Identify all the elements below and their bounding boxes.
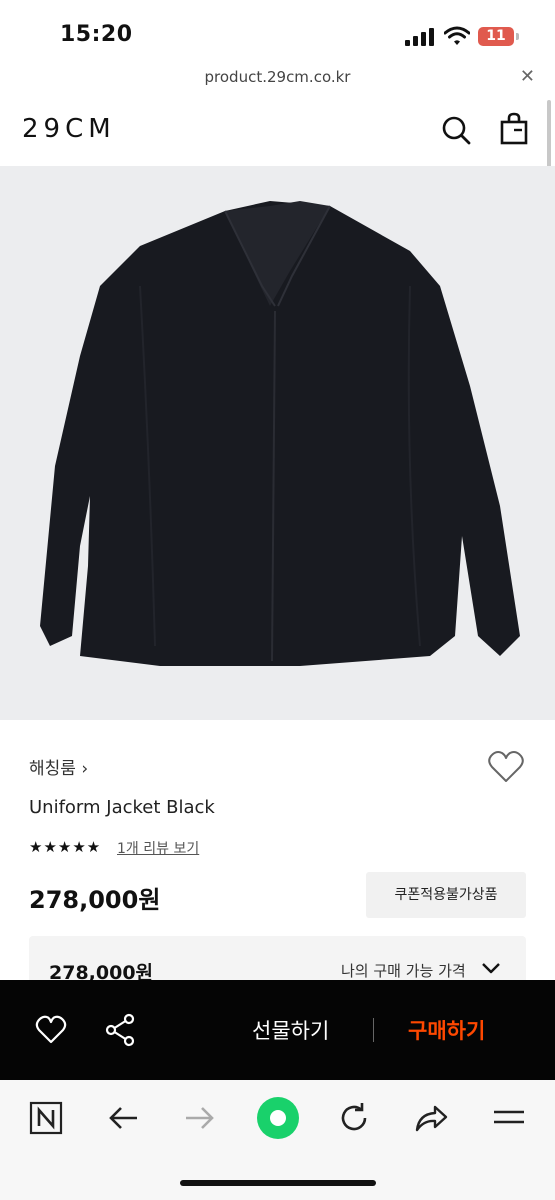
purchase-bar: 선물하기 구매하기 [0, 980, 555, 1080]
product-image[interactable] [0, 166, 555, 720]
chevron-down-icon[interactable] [481, 962, 501, 974]
battery-indicator: 11 [478, 27, 514, 46]
shopping-bag-icon[interactable] [498, 112, 530, 146]
review-link[interactable]: 1개 리뷰 보기 [117, 838, 199, 858]
gift-button[interactable]: 선물하기 [252, 1015, 329, 1045]
share-arrow-icon[interactable] [411, 1098, 451, 1138]
site-logo[interactable]: 29CM [22, 114, 116, 144]
n-home-icon[interactable] [26, 1098, 66, 1138]
home-indicator [180, 1180, 376, 1186]
reload-icon[interactable] [334, 1098, 374, 1138]
forward-arrow-icon[interactable] [180, 1098, 220, 1138]
menu-icon[interactable] [489, 1098, 529, 1138]
battery-cap [516, 33, 519, 40]
heart-icon[interactable] [487, 750, 525, 784]
green-dot-icon[interactable] [255, 1095, 301, 1141]
buy-button[interactable]: 구매하기 [408, 1015, 485, 1045]
signal-icon [405, 28, 434, 46]
wifi-icon [444, 26, 470, 45]
url-text[interactable]: product.29cm.co.kr [0, 68, 555, 86]
back-arrow-icon[interactable] [103, 1098, 143, 1138]
browser-toolbar [0, 1080, 555, 1200]
share-icon[interactable] [104, 1013, 136, 1047]
coupon-status-button[interactable]: 쿠폰적용불가상품 [366, 872, 526, 918]
my-price-label: 나의 구매 가능 가격 [341, 962, 466, 980]
product-name: Uniform Jacket Black [29, 797, 215, 818]
wishlist-heart-icon[interactable] [35, 1015, 67, 1045]
site-header: 29CM [0, 96, 555, 166]
product-price: 278,000원 [29, 886, 161, 914]
rating-stars: ★★★★★ [29, 838, 102, 856]
search-icon[interactable] [440, 114, 472, 146]
clock: 15:20 [60, 22, 133, 47]
jacket-illustration [40, 201, 520, 666]
browser-url-bar[interactable]: product.29cm.co.kr ✕ [0, 62, 555, 96]
close-icon[interactable]: ✕ [520, 66, 535, 87]
brand-link[interactable]: 해칭룸 › [29, 754, 88, 779]
status-bar: 15:20 11 [0, 0, 555, 62]
bar-divider [373, 1018, 374, 1042]
